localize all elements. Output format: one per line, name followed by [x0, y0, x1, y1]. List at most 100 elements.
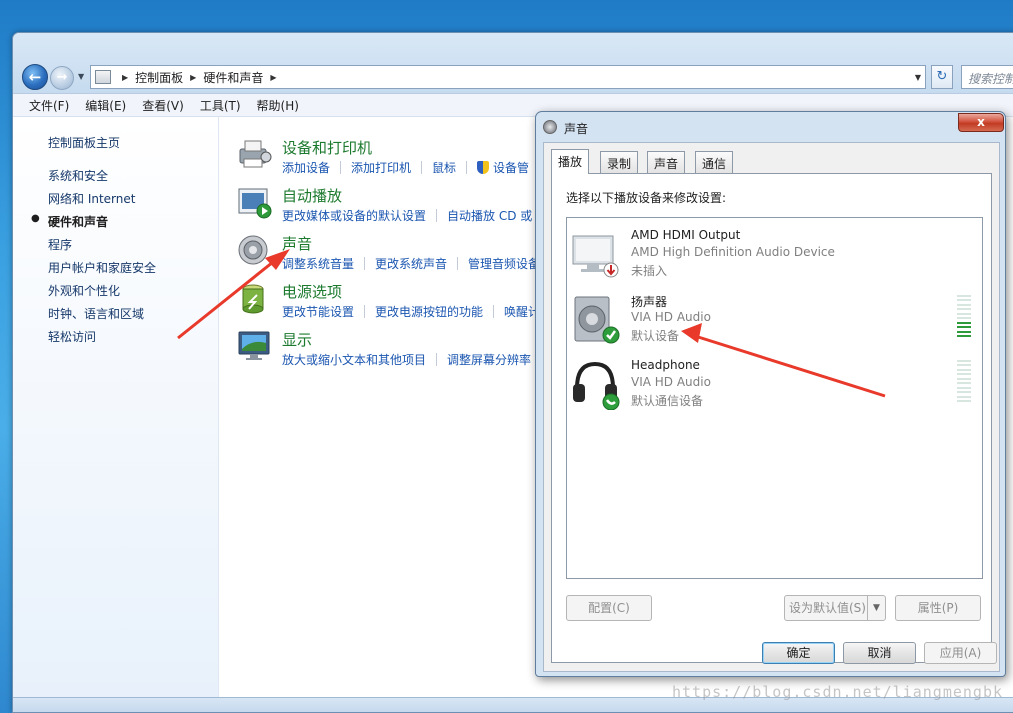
back-button[interactable]: ←	[22, 64, 48, 90]
breadcrumb-hardware-sound[interactable]: 硬件和声音	[203, 69, 263, 86]
meter-segment	[957, 295, 971, 297]
forward-button[interactable]: →	[50, 66, 74, 90]
menu-view[interactable]: 查看(V)	[134, 97, 192, 114]
link-text-size[interactable]: 放大或缩小文本和其他项目	[282, 351, 426, 368]
category-title-sound[interactable]: 声音	[282, 233, 312, 254]
sidebar-item-network[interactable]: 网络和 Internet	[48, 190, 135, 207]
tab-communications[interactable]: 通信	[695, 151, 734, 173]
sidebar-item-system-security[interactable]: 系统和安全	[48, 167, 108, 184]
sidebar-item-programs[interactable]: 程序	[48, 236, 72, 253]
set-default-dropdown-icon[interactable]: ▼	[867, 596, 885, 620]
monitor-icon	[238, 331, 270, 360]
link-autoplay-cd[interactable]: 自动播放 CD 或	[447, 207, 532, 224]
menu-file[interactable]: 文件(F)	[21, 97, 77, 114]
battery-icon	[242, 284, 264, 314]
address-dropdown-icon[interactable]: ▼	[915, 73, 921, 82]
properties-button[interactable]: 属性(P)	[895, 595, 981, 621]
category-title-power[interactable]: 电源选项	[282, 281, 342, 302]
breadcrumb-separator-icon[interactable]: ▶	[270, 73, 276, 82]
link-power-buttons[interactable]: 更改电源按钮的功能	[375, 303, 483, 320]
meter-segment	[957, 364, 971, 367]
meter-segment	[957, 391, 971, 394]
category-links-autoplay: 更改媒体或设备的默认设置 自动播放 CD 或	[282, 207, 532, 224]
refresh-button[interactable]: ↻	[931, 65, 953, 89]
meter-segment	[957, 330, 971, 333]
meter-segment	[957, 382, 971, 385]
apply-button[interactable]: 应用(A)	[924, 642, 997, 664]
sidebar-home-link[interactable]: 控制面板主页	[48, 134, 120, 151]
category-title-display[interactable]: 显示	[282, 329, 312, 350]
link-change-sounds[interactable]: 更改系统声音	[375, 255, 447, 272]
menu-help[interactable]: 帮助(H)	[249, 97, 307, 114]
search-input[interactable]: 搜索控制	[961, 65, 1013, 89]
device-driver: VIA HD Audio	[631, 375, 711, 389]
navigation-bar: ← → ▼ ▶ 控制面板 ▶ 硬件和声音 ▶ ▼ ↻ 搜索控制	[13, 33, 1013, 93]
meter-segment	[957, 317, 971, 320]
meter-segment	[957, 312, 971, 315]
address-bar[interactable]: ▶ 控制面板 ▶ 硬件和声音 ▶ ▼	[90, 65, 926, 89]
category-title-autoplay[interactable]: 自动播放	[282, 185, 342, 206]
link-device-manager[interactable]: 设备管	[477, 159, 529, 176]
headphone-icon	[573, 361, 620, 410]
playback-tab-page: 选择以下播放设备来修改设置: AMD HDMI Output AMD High …	[551, 173, 992, 663]
link-manage-audio-devices[interactable]: 管理音频设备	[468, 255, 540, 272]
category-links-display: 放大或缩小文本和其他项目 调整屏幕分辨率	[282, 351, 531, 368]
meter-segment	[957, 395, 971, 398]
device-name: AMD HDMI Output	[631, 228, 741, 242]
device-status: 未插入	[631, 264, 668, 278]
device-item-speakers[interactable]: 扬声器 VIA HD Audio 默认设备	[567, 289, 982, 349]
sidebar-item-hardware-sound[interactable]: 硬件和声音	[48, 213, 108, 230]
meter-segment	[957, 299, 971, 302]
configure-button[interactable]: 配置(C)	[566, 595, 652, 621]
uac-shield-icon	[477, 161, 490, 174]
tab-playback[interactable]: 播放	[551, 149, 590, 174]
link-screen-resolution[interactable]: 调整屏幕分辨率	[447, 351, 531, 368]
device-list[interactable]: AMD HDMI Output AMD High Definition Audi…	[566, 217, 983, 579]
volume-level-meter	[957, 295, 971, 337]
device-item-hdmi[interactable]: AMD HDMI Output AMD High Definition Audi…	[567, 224, 982, 284]
device-item-headphone[interactable]: Headphone VIA HD Audio 默认通信设备	[567, 354, 982, 414]
link-add-printer[interactable]: 添加打印机	[351, 159, 411, 176]
sidebar-item-ease-of-access[interactable]: 轻松访问	[48, 328, 96, 345]
link-mouse[interactable]: 鼠标	[432, 159, 456, 176]
speaker-device-icon	[574, 296, 620, 344]
sound-dialog: 声音 x 播放 录制 声音 通信 选择以下播放设备来修改设置: AMD HDMI…	[535, 111, 1006, 677]
tab-recording[interactable]: 录制	[600, 151, 639, 173]
active-bullet-icon: ●	[31, 213, 40, 224]
close-button[interactable]: x	[958, 113, 1004, 132]
instruction-text: 选择以下播放设备来修改设置:	[566, 191, 727, 205]
meter-segment	[957, 326, 971, 329]
link-add-device[interactable]: 添加设备	[282, 159, 330, 176]
recent-pages-dropdown[interactable]: ▼	[78, 72, 84, 81]
meter-segment	[957, 303, 971, 306]
sidebar-item-appearance[interactable]: 外观和个性化	[48, 282, 120, 299]
volume-level-meter	[957, 360, 971, 402]
breadcrumb-separator-icon[interactable]: ▶	[122, 73, 128, 82]
autoplay-icon	[238, 188, 272, 219]
tab-sounds[interactable]: 声音	[647, 151, 686, 173]
printer-icon	[239, 140, 272, 168]
meter-segment	[957, 377, 971, 380]
meter-segment	[957, 399, 971, 402]
dialog-title: 声音	[564, 122, 589, 136]
cancel-button[interactable]: 取消	[843, 642, 916, 664]
set-default-button[interactable]: 设为默认值(S) ▼	[784, 595, 886, 621]
breadcrumb-control-panel[interactable]: 控制面板	[135, 69, 183, 86]
category-title-devices[interactable]: 设备和打印机	[282, 137, 372, 158]
link-media-default[interactable]: 更改媒体或设备的默认设置	[282, 207, 426, 224]
hdmi-monitor-icon	[572, 235, 619, 278]
sidebar-item-user-accounts[interactable]: 用户帐户和家庭安全	[48, 259, 156, 276]
sidebar-item-clock-region[interactable]: 时钟、语言和区域	[48, 305, 144, 322]
meter-segment	[957, 373, 971, 376]
meter-segment	[957, 368, 971, 371]
breadcrumb-separator-icon[interactable]: ▶	[190, 73, 196, 82]
meter-segment	[957, 334, 971, 337]
sound-dialog-icon	[543, 120, 557, 134]
ok-button[interactable]: 确定	[762, 642, 835, 664]
link-adjust-volume[interactable]: 调整系统音量	[282, 255, 354, 272]
meter-segment	[957, 360, 971, 362]
menu-edit[interactable]: 编辑(E)	[77, 97, 134, 114]
link-power-saving[interactable]: 更改节能设置	[282, 303, 354, 320]
sidebar: 控制面板主页 系统和安全 网络和 Internet ● 硬件和声音 程序 用户帐…	[13, 117, 219, 697]
menu-tools[interactable]: 工具(T)	[192, 97, 249, 114]
